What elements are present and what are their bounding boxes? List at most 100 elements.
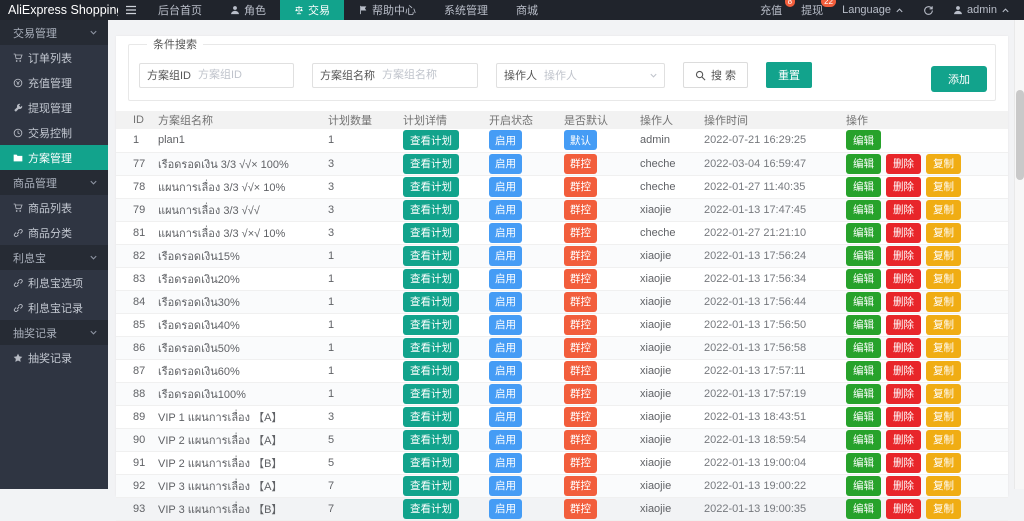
copy-button[interactable]: 复制 [926, 407, 961, 427]
delete-button[interactable]: 删除 [886, 499, 921, 519]
top-menu-item-3[interactable]: 交易 [280, 0, 344, 20]
edit-button[interactable]: 编辑 [846, 177, 881, 197]
copy-button[interactable]: 复制 [926, 361, 961, 381]
view-plan-button[interactable]: 查看计划 [403, 476, 459, 496]
top-menu-item-5[interactable]: 系统管理 [430, 0, 502, 20]
sidebar-item-商品分类[interactable]: 商品分类 [0, 220, 108, 245]
edit-button[interactable]: 编辑 [846, 476, 881, 496]
copy-button[interactable]: 复制 [926, 200, 961, 220]
edit-button[interactable]: 编辑 [846, 453, 881, 473]
edit-button[interactable]: 编辑 [846, 154, 881, 174]
delete-button[interactable]: 删除 [886, 154, 921, 174]
edit-button[interactable]: 编辑 [846, 292, 881, 312]
sidebar-section-2[interactable]: 商品管理 [0, 170, 108, 195]
sidebar-item-充值管理[interactable]: 充值管理 [0, 70, 108, 95]
view-plan-button[interactable]: 查看计划 [403, 430, 459, 450]
copy-button[interactable]: 复制 [926, 430, 961, 450]
top-menu-item-1[interactable]: 后台首页 [144, 0, 216, 20]
sidebar-item-交易控制[interactable]: 交易控制 [0, 120, 108, 145]
page-scrollbar[interactable] [1014, 20, 1024, 489]
delete-button[interactable]: 删除 [886, 246, 921, 266]
sidebar-item-订单列表[interactable]: 订单列表 [0, 45, 108, 70]
delete-button[interactable]: 删除 [886, 315, 921, 335]
sidebar-item-商品列表[interactable]: 商品列表 [0, 195, 108, 220]
delete-button[interactable]: 删除 [886, 430, 921, 450]
view-plan-button[interactable]: 查看计划 [403, 154, 459, 174]
edit-button[interactable]: 编辑 [846, 130, 881, 150]
edit-button[interactable]: 编辑 [846, 246, 881, 266]
delete-button[interactable]: 删除 [886, 269, 921, 289]
sidebar-toggle-icon[interactable] [118, 4, 144, 16]
view-plan-button[interactable]: 查看计划 [403, 384, 459, 404]
search-button[interactable]: 搜 索 [683, 62, 748, 88]
copy-button[interactable]: 复制 [926, 154, 961, 174]
delete-button[interactable]: 删除 [886, 384, 921, 404]
sidebar-section-4[interactable]: 抽奖记录 [0, 320, 108, 345]
copy-button[interactable]: 复制 [926, 292, 961, 312]
delete-button[interactable]: 删除 [886, 453, 921, 473]
view-plan-button[interactable]: 查看计划 [403, 361, 459, 381]
edit-button[interactable]: 编辑 [846, 223, 881, 243]
top-menu-item-2[interactable]: 角色 [216, 0, 280, 20]
copy-button[interactable]: 复制 [926, 223, 961, 243]
reset-button[interactable]: 重置 [766, 62, 812, 88]
view-plan-button[interactable]: 查看计划 [403, 338, 459, 358]
sidebar-section-1[interactable]: 交易管理 [0, 20, 108, 45]
copy-button[interactable]: 复制 [926, 499, 961, 519]
edit-button[interactable]: 编辑 [846, 338, 881, 358]
scrollbar-thumb[interactable] [1016, 90, 1024, 180]
view-plan-button[interactable]: 查看计划 [403, 177, 459, 197]
view-plan-button[interactable]: 查看计划 [403, 499, 459, 519]
user-menu[interactable]: admin [953, 4, 1010, 16]
copy-button[interactable]: 复制 [926, 315, 961, 335]
withdraw-link[interactable]: 提现 22 [801, 2, 823, 18]
delete-button[interactable]: 删除 [886, 407, 921, 427]
view-plan-button[interactable]: 查看计划 [403, 130, 459, 150]
view-plan-button[interactable]: 查看计划 [403, 292, 459, 312]
plan-group-name-input[interactable] [382, 65, 477, 86]
sidebar-section-3[interactable]: 利息宝 [0, 245, 108, 270]
view-plan-button[interactable]: 查看计划 [403, 223, 459, 243]
edit-button[interactable]: 编辑 [846, 499, 881, 519]
delete-button[interactable]: 删除 [886, 223, 921, 243]
top-menu-item-4[interactable]: 帮助中心 [344, 0, 430, 20]
sidebar-item-利息宝记录[interactable]: 利息宝记录 [0, 295, 108, 320]
edit-button[interactable]: 编辑 [846, 407, 881, 427]
edit-button[interactable]: 编辑 [846, 315, 881, 335]
view-plan-button[interactable]: 查看计划 [403, 315, 459, 335]
delete-button[interactable]: 删除 [886, 476, 921, 496]
add-button[interactable]: 添加 [931, 66, 987, 92]
edit-button[interactable]: 编辑 [846, 384, 881, 404]
delete-button[interactable]: 删除 [886, 338, 921, 358]
delete-button[interactable]: 删除 [886, 361, 921, 381]
sidebar-item-方案管理[interactable]: 方案管理 [0, 145, 108, 170]
top-menu-item-6[interactable]: 商城 [502, 0, 552, 20]
edit-button[interactable]: 编辑 [846, 269, 881, 289]
delete-button[interactable]: 删除 [886, 177, 921, 197]
view-plan-button[interactable]: 查看计划 [403, 453, 459, 473]
plan-group-id-input[interactable] [198, 65, 293, 86]
operator-select[interactable]: 操作人 [544, 65, 664, 86]
copy-button[interactable]: 复制 [926, 453, 961, 473]
edit-button[interactable]: 编辑 [846, 200, 881, 220]
copy-button[interactable]: 复制 [926, 177, 961, 197]
view-plan-button[interactable]: 查看计划 [403, 200, 459, 220]
recharge-link[interactable]: 充值 8 [760, 2, 782, 18]
copy-button[interactable]: 复制 [926, 269, 961, 289]
view-plan-button[interactable]: 查看计划 [403, 246, 459, 266]
edit-button[interactable]: 编辑 [846, 361, 881, 381]
copy-button[interactable]: 复制 [926, 384, 961, 404]
language-menu[interactable]: Language [842, 4, 904, 16]
copy-button[interactable]: 复制 [926, 338, 961, 358]
view-plan-button[interactable]: 查看计划 [403, 407, 459, 427]
delete-button[interactable]: 删除 [886, 200, 921, 220]
edit-button[interactable]: 编辑 [846, 430, 881, 450]
copy-button[interactable]: 复制 [926, 246, 961, 266]
copy-button[interactable]: 复制 [926, 476, 961, 496]
sidebar-item-利息宝选项[interactable]: 利息宝选项 [0, 270, 108, 295]
sidebar-item-提现管理[interactable]: 提现管理 [0, 95, 108, 120]
view-plan-button[interactable]: 查看计划 [403, 269, 459, 289]
refresh-button[interactable] [923, 5, 934, 16]
delete-button[interactable]: 删除 [886, 292, 921, 312]
sidebar-item-抽奖记录[interactable]: 抽奖记录 [0, 345, 108, 370]
